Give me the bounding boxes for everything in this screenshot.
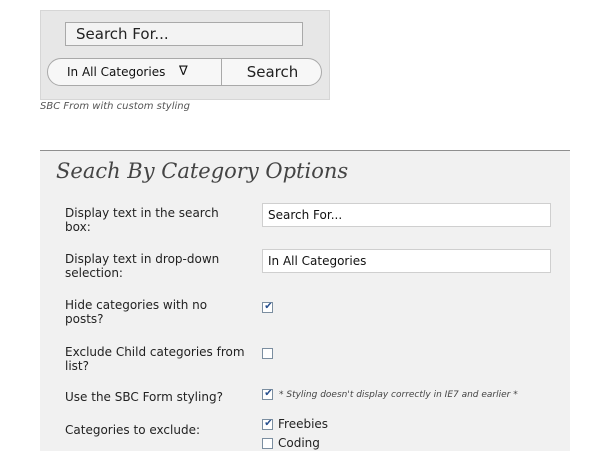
- category-freebies-checkbox[interactable]: ✔: [262, 418, 273, 430]
- check-icon: ✔: [264, 301, 273, 312]
- exclude-child-checkbox[interactable]: ✔: [262, 348, 273, 359]
- category-coding-label: Coding: [278, 436, 320, 450]
- preview-category-select-label: In All Categories: [67, 65, 166, 79]
- display-text-input[interactable]: Search For...: [262, 203, 551, 227]
- styling-label: Use the SBC Form styling?: [65, 390, 223, 404]
- sbc-form-preview: Search For... In All Categories ∇ Search: [40, 10, 330, 100]
- preview-category-select[interactable]: In All Categories ∇: [48, 59, 222, 85]
- styling-note: * Styling doesn't display correctly in I…: [279, 390, 518, 400]
- options-panel: Seach By Category Options Display text i…: [40, 150, 570, 451]
- exclude-categories-label: Categories to exclude:: [65, 423, 200, 437]
- dropdown-text-label: Display text in drop-down selection:: [65, 252, 220, 280]
- preview-search-input[interactable]: Search For...: [65, 22, 303, 46]
- dropdown-arrow-icon: ∇: [179, 64, 188, 79]
- preview-search-button[interactable]: Search: [222, 59, 321, 85]
- hide-empty-label: Hide categories with no posts?: [65, 298, 208, 326]
- exclude-child-label: Exclude Child categories from list?: [65, 345, 245, 373]
- check-icon: ✔: [264, 418, 273, 429]
- category-coding-checkbox[interactable]: ✔: [262, 438, 273, 449]
- panel-title: Seach By Category Options: [56, 159, 349, 183]
- display-text-label: Display text in the search box:: [65, 206, 219, 234]
- check-icon: ✔: [264, 388, 273, 399]
- preview-caption: SBC From with custom styling: [40, 101, 190, 112]
- hide-empty-checkbox[interactable]: ✔: [262, 301, 273, 313]
- category-freebies-label: Freebies: [278, 417, 329, 431]
- dropdown-text-input[interactable]: In All Categories: [262, 249, 551, 273]
- styling-checkbox[interactable]: ✔: [262, 388, 273, 400]
- preview-search-bar: In All Categories ∇ Search: [47, 58, 322, 86]
